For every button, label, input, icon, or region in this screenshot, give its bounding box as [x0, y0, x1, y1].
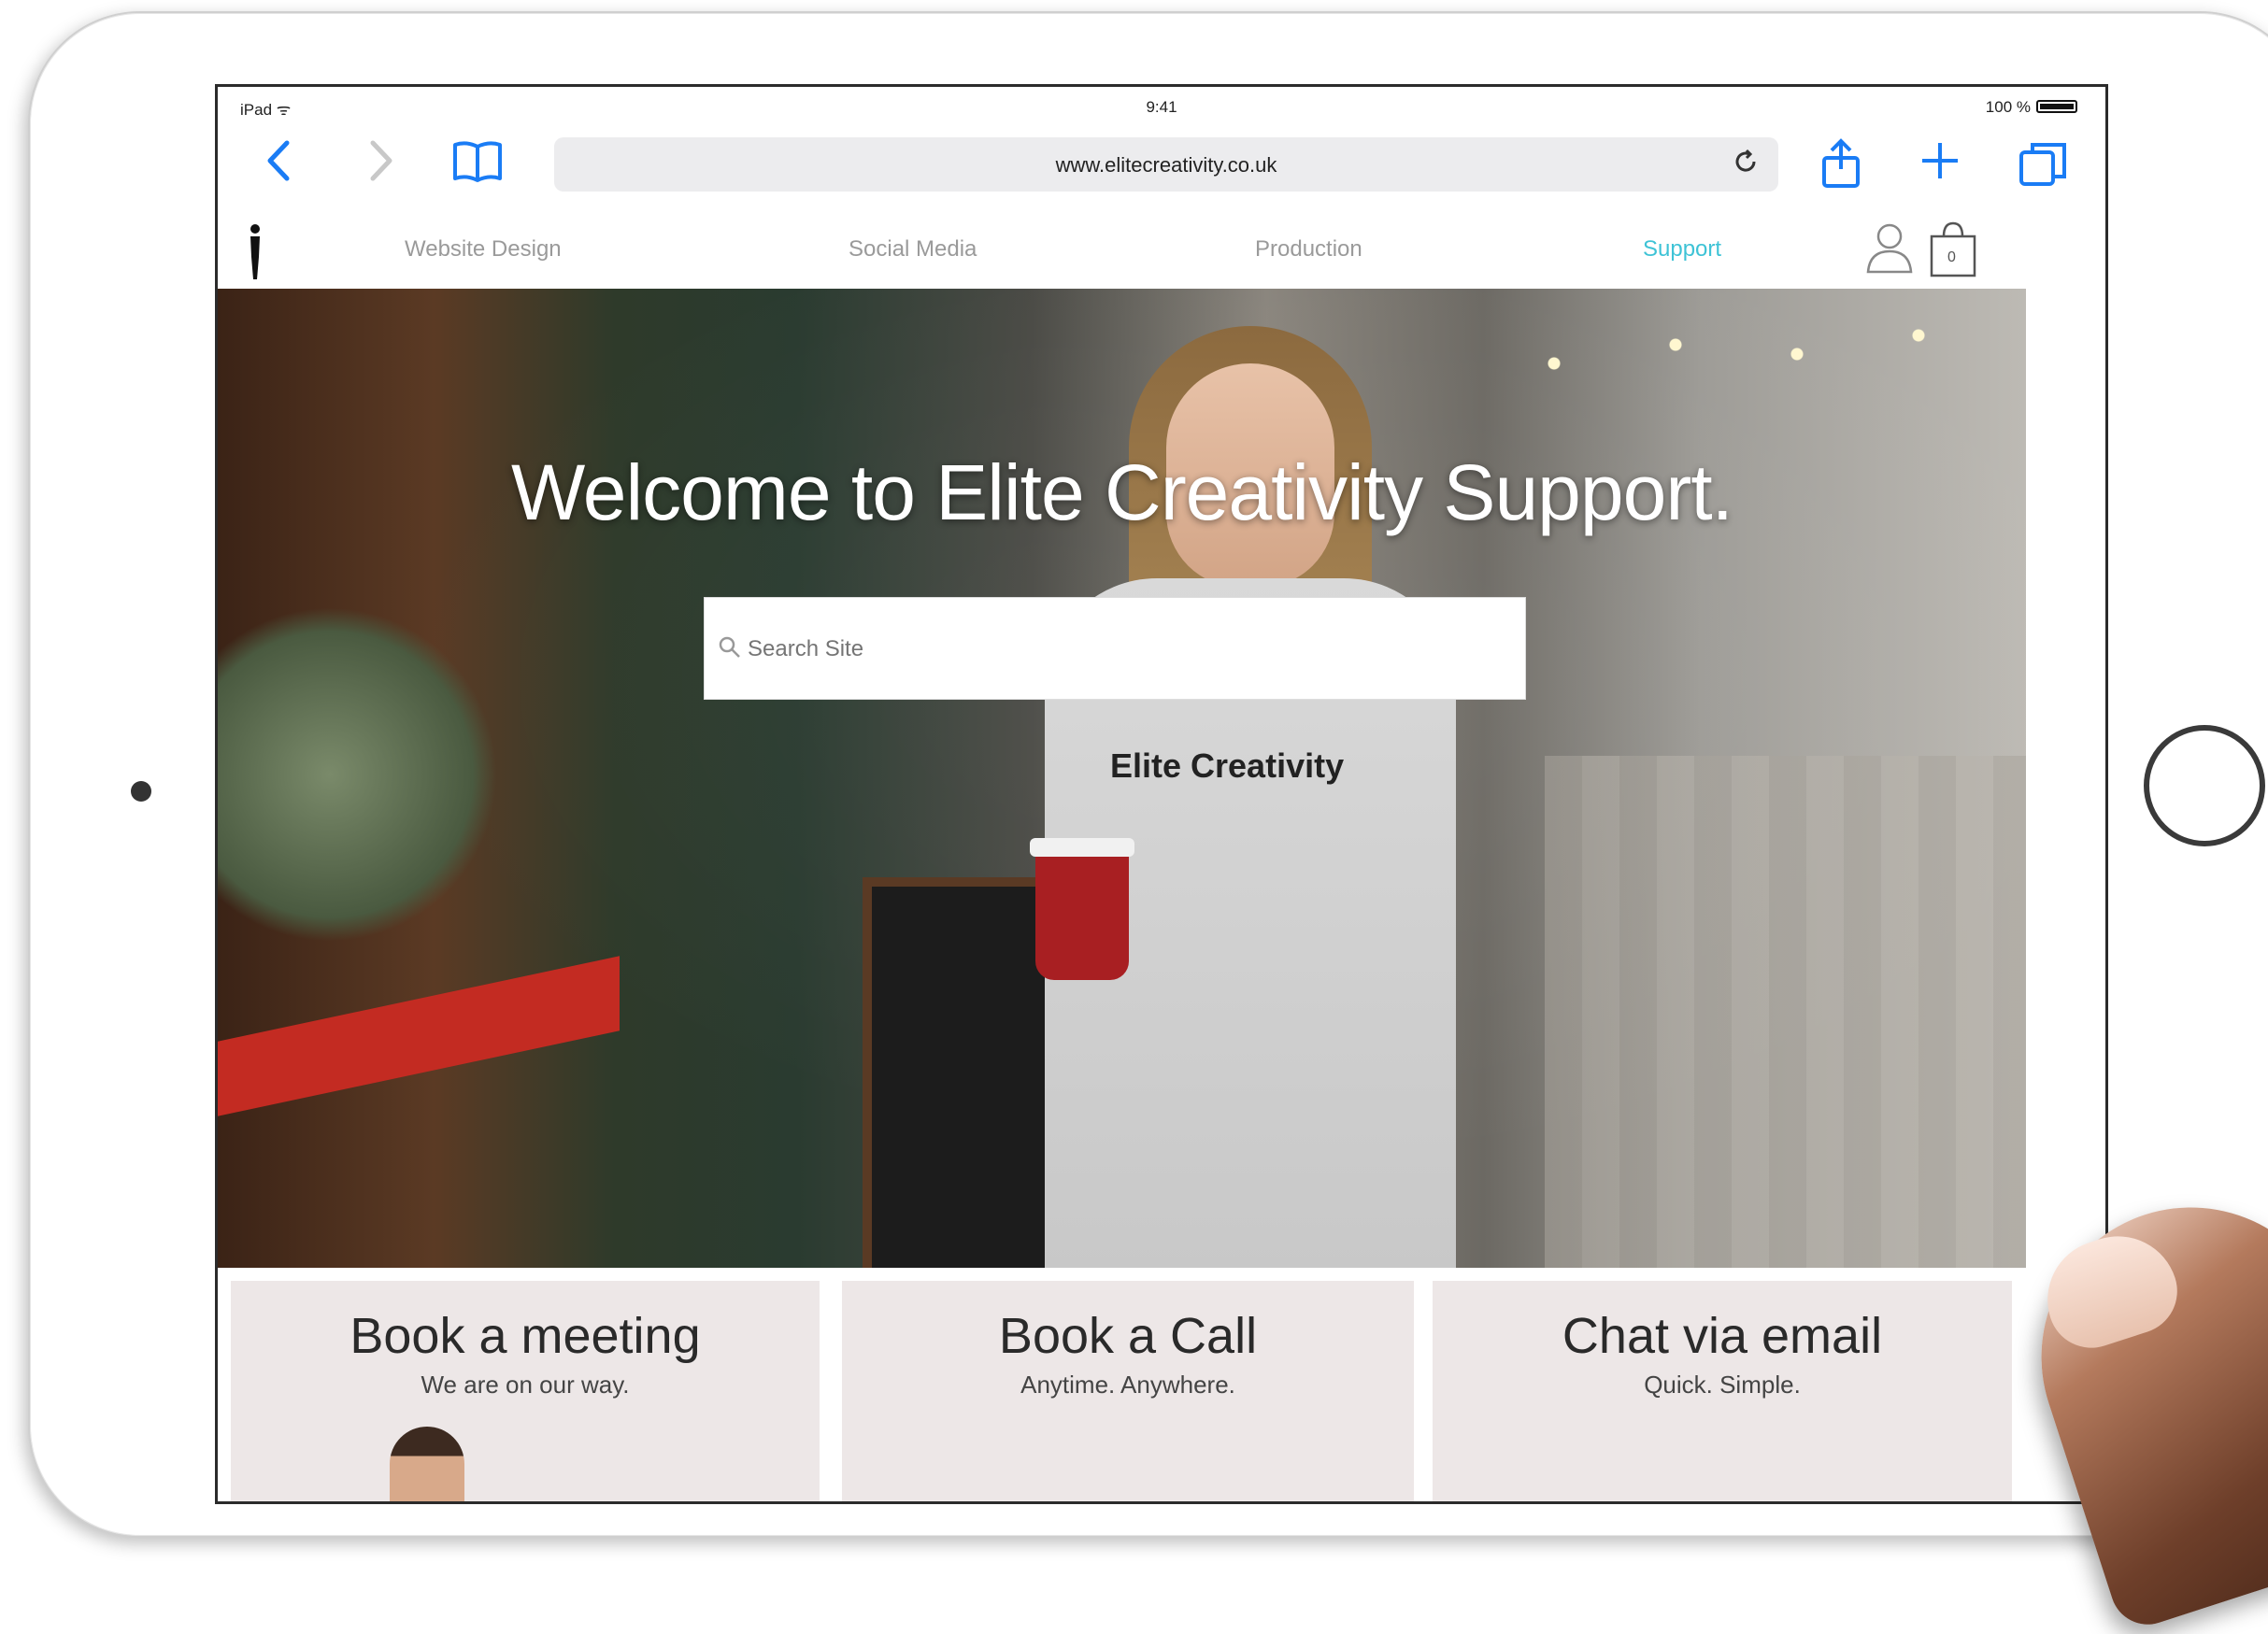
card-subtitle: Quick. Simple.: [1644, 1371, 1801, 1399]
card-book-meeting[interactable]: Book a meeting We are on our way.: [231, 1281, 820, 1501]
browser-toolbar: www.elitecreativity.co.uk: [218, 124, 2105, 205]
battery-percent: 100 %: [1985, 98, 2031, 116]
nav-website-design[interactable]: Website Design: [405, 236, 562, 263]
nav-social-media[interactable]: Social Media: [849, 236, 977, 263]
address-bar[interactable]: www.elitecreativity.co.uk: [554, 137, 1778, 192]
action-cards: Book a meeting We are on our way. Book a…: [218, 1268, 2026, 1501]
nav-support[interactable]: Support: [1643, 236, 1721, 263]
book-icon[interactable]: [449, 137, 506, 190]
search-box[interactable]: [704, 597, 1526, 700]
chevron-right-icon[interactable]: [367, 137, 395, 190]
site-navigation: Website Design Social Media Production S…: [218, 205, 2026, 289]
url-text: www.elitecreativity.co.uk: [1055, 153, 1277, 177]
nav-production[interactable]: Production: [1255, 236, 1362, 263]
search-icon: [718, 635, 742, 660]
home-button[interactable]: [2144, 725, 2265, 846]
plants-decoration: [218, 606, 498, 943]
search-input[interactable]: [746, 630, 1460, 669]
plus-icon[interactable]: [1919, 137, 1961, 190]
card-subtitle: Anytime. Anywhere.: [1020, 1371, 1235, 1399]
site-logo[interactable]: [246, 223, 264, 281]
battery-icon: [2036, 100, 2077, 113]
hoodie-print: Elite Creativity: [1110, 746, 1345, 785]
ipad-frame: iPad ᯤ 9:41 100 % www.elitecreativity.co…: [28, 11, 2268, 1538]
reload-icon[interactable]: [1732, 148, 1760, 183]
clock: 9:41: [1146, 98, 1177, 116]
card-title: Book a meeting: [349, 1308, 701, 1364]
avatar: [390, 1427, 464, 1501]
card-book-call[interactable]: Book a Call Anytime. Anywhere.: [842, 1281, 1414, 1501]
red-table-decoration: [218, 956, 620, 1116]
card-title: Book a Call: [998, 1308, 1258, 1364]
user-icon[interactable]: [1864, 220, 1915, 278]
card-chat-email[interactable]: Chat via email Quick. Simple.: [1433, 1281, 2012, 1501]
pavement-decoration: [1545, 756, 2026, 1268]
cart-count: 0: [1947, 249, 1956, 265]
status-bar: iPad ᯤ 9:41 100 %: [218, 87, 2105, 124]
hero-banner: Elite Creativity Welcome to Elite Creati…: [218, 289, 2026, 1268]
front-camera: [131, 781, 151, 802]
chevron-left-icon[interactable]: [264, 137, 292, 190]
hero-title: Welcome to Elite Creativity Support.: [511, 448, 1733, 536]
cart-icon[interactable]: 0: [1928, 220, 1978, 282]
ipad-screen: iPad ᯤ 9:41 100 % www.elitecreativity.co…: [215, 84, 2108, 1504]
coffee-cup: [1030, 838, 1134, 980]
tabs-icon[interactable]: [2018, 137, 2070, 190]
share-icon[interactable]: [1819, 137, 1862, 190]
card-title: Chat via email: [1562, 1308, 1883, 1364]
card-subtitle: We are on our way.: [421, 1371, 630, 1399]
